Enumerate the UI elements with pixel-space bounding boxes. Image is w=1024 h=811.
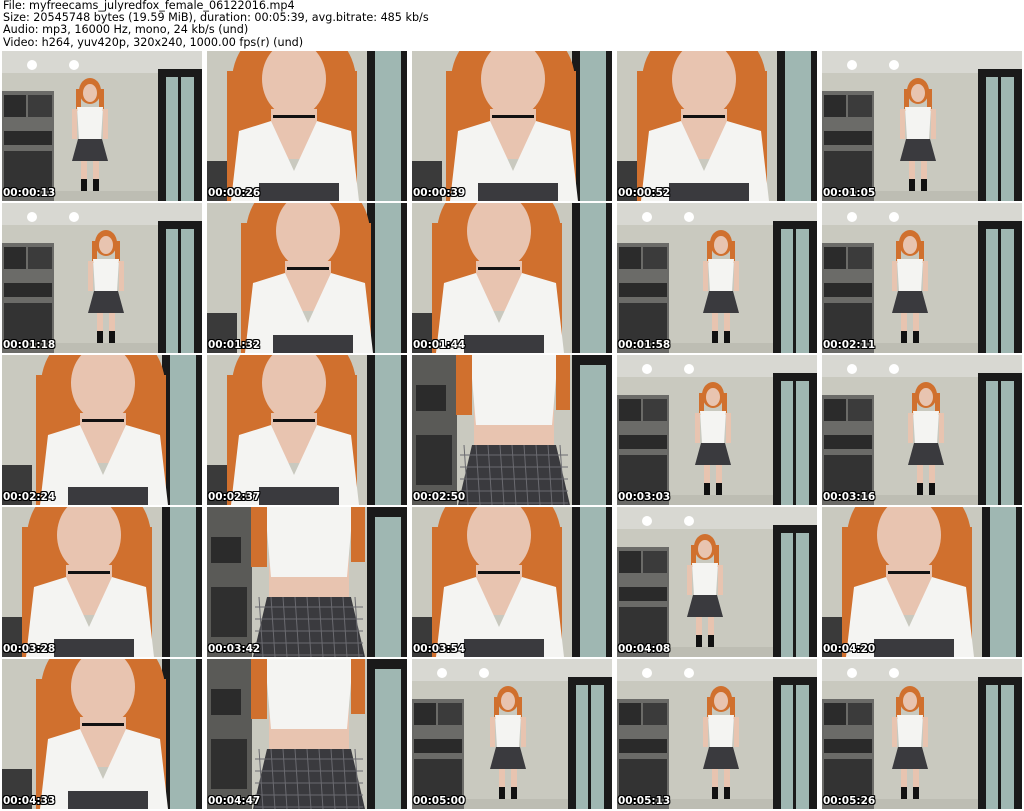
thumbnail-frame: 00:03:03	[617, 355, 817, 505]
frame-image	[412, 659, 612, 809]
frame-image	[207, 355, 407, 505]
thumbnail-frame: 00:02:50	[412, 355, 612, 505]
frame-timestamp: 00:02:50	[413, 491, 466, 503]
thumbnail-frame: 00:01:05	[822, 51, 1022, 201]
frame-timestamp: 00:04:33	[3, 795, 56, 807]
frame-timestamp: 00:04:20	[823, 643, 876, 655]
frame-image	[207, 507, 407, 657]
frame-timestamp: 00:04:08	[618, 643, 671, 655]
frame-image	[617, 51, 817, 201]
thumbnail-frame: 00:03:28	[2, 507, 202, 657]
thumbnail-frame: 00:03:54	[412, 507, 612, 657]
thumbnail-frame: 00:00:13	[2, 51, 202, 201]
frame-image	[2, 507, 202, 657]
frame-image	[617, 355, 817, 505]
frame-image	[412, 355, 612, 505]
thumbnail-frame: 00:02:11	[822, 203, 1022, 353]
thumbnail-frame: 00:05:00	[412, 659, 612, 809]
frame-image	[617, 659, 817, 809]
thumbnail-grid: 00:00:13 00:00:26 00:00:39 00:00:52 00:01:05…	[2, 51, 1022, 809]
thumbnail-frame: 00:01:58	[617, 203, 817, 353]
frame-timestamp: 00:05:13	[618, 795, 671, 807]
frame-timestamp: 00:02:11	[823, 339, 876, 351]
frame-timestamp: 00:00:26	[208, 187, 261, 199]
frame-timestamp: 00:01:05	[823, 187, 876, 199]
frame-image	[412, 51, 612, 201]
frame-image	[822, 507, 1022, 657]
frame-image	[2, 203, 202, 353]
thumbnail-frame: 00:05:13	[617, 659, 817, 809]
thumbnail-frame: 00:00:39	[412, 51, 612, 201]
thumbnail-frame: 00:04:20	[822, 507, 1022, 657]
frame-timestamp: 00:01:58	[618, 339, 671, 351]
frame-image	[617, 507, 817, 657]
frame-timestamp: 00:03:54	[413, 643, 466, 655]
thumbnail-frame: 00:01:32	[207, 203, 407, 353]
frame-timestamp: 00:00:52	[618, 187, 671, 199]
frame-image	[617, 203, 817, 353]
thumbnail-frame: 00:02:24	[2, 355, 202, 505]
frame-timestamp: 00:03:03	[618, 491, 671, 503]
frame-timestamp: 00:01:18	[3, 339, 56, 351]
frame-image	[2, 355, 202, 505]
file-info-header: File: myfreecams_julyredfox_female_06122…	[3, 0, 1021, 50]
frame-timestamp: 00:02:24	[3, 491, 56, 503]
frame-image	[207, 659, 407, 809]
frame-image	[207, 203, 407, 353]
frame-image	[822, 51, 1022, 201]
frame-image	[207, 51, 407, 201]
frame-image	[2, 659, 202, 809]
thumbnail-frame: 00:03:16	[822, 355, 1022, 505]
frame-image	[822, 659, 1022, 809]
frame-timestamp: 00:04:47	[208, 795, 261, 807]
thumbnail-frame: 00:00:52	[617, 51, 817, 201]
frame-image	[822, 355, 1022, 505]
frame-timestamp: 00:05:26	[823, 795, 876, 807]
video-info-line: Video: h264, yuv420p, 320x240, 1000.00 f…	[3, 35, 304, 49]
thumbnail-frame: 00:05:26	[822, 659, 1022, 809]
frame-image	[2, 51, 202, 201]
frame-timestamp: 00:01:32	[208, 339, 261, 351]
frame-image	[412, 203, 612, 353]
thumbnail-frame: 00:01:18	[2, 203, 202, 353]
frame-image	[412, 507, 612, 657]
frame-timestamp: 00:02:37	[208, 491, 261, 503]
thumbnail-frame: 00:00:26	[207, 51, 407, 201]
thumbnail-frame: 00:02:37	[207, 355, 407, 505]
frame-timestamp: 00:03:16	[823, 491, 876, 503]
thumbnail-frame: 00:04:47	[207, 659, 407, 809]
frame-timestamp: 00:00:39	[413, 187, 466, 199]
frame-timestamp: 00:03:28	[3, 643, 56, 655]
thumbnail-frame: 00:01:44	[412, 203, 612, 353]
frame-timestamp: 00:05:00	[413, 795, 466, 807]
frame-timestamp: 00:01:44	[413, 339, 466, 351]
thumbnail-frame: 00:04:33	[2, 659, 202, 809]
thumbnail-frame: 00:03:42	[207, 507, 407, 657]
frame-timestamp: 00:03:42	[208, 643, 261, 655]
thumbnail-frame: 00:04:08	[617, 507, 817, 657]
frame-timestamp: 00:00:13	[3, 187, 56, 199]
frame-image	[822, 203, 1022, 353]
audio-info-line: Audio: mp3, 16000 Hz, mono, 24 kb/s (und…	[3, 23, 249, 37]
